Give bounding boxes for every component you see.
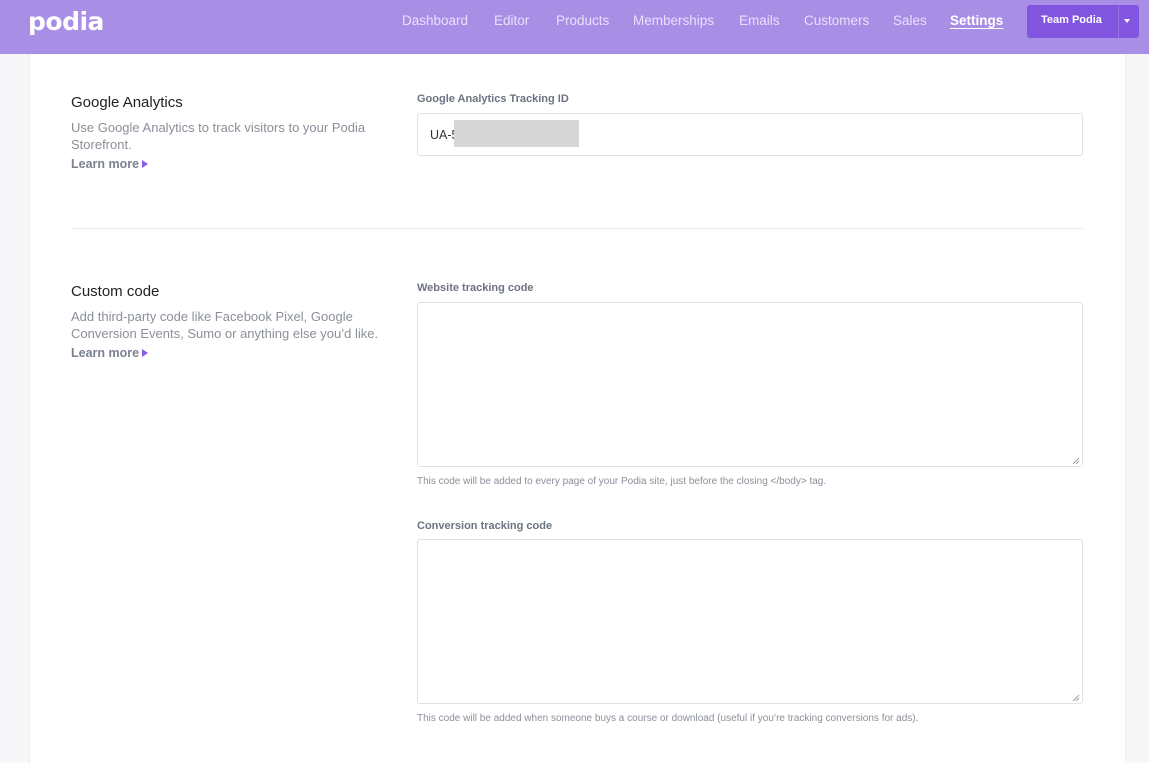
section-divider	[71, 228, 1083, 229]
nav-customers[interactable]: Customers	[804, 13, 869, 28]
team-switcher-button[interactable]: Team Podia	[1027, 5, 1139, 38]
nav-settings[interactable]: Settings	[950, 13, 1003, 28]
resize-grip-icon[interactable]	[1072, 457, 1080, 465]
nav-emails[interactable]: Emails	[739, 13, 780, 28]
nav-sales[interactable]: Sales	[893, 13, 927, 28]
nav-dashboard[interactable]: Dashboard	[402, 13, 468, 28]
top-navigation-bar: podia Dashboard Editor Products Membersh…	[0, 0, 1149, 54]
caret-down-icon[interactable]	[1124, 19, 1130, 23]
conversion-tracking-code-textarea[interactable]	[417, 539, 1083, 704]
custom-code-description: Add third-party code like Facebook Pixel…	[71, 309, 379, 341]
learn-more-label: Learn more	[71, 157, 140, 171]
google-analytics-title: Google Analytics	[71, 94, 183, 111]
website-tracking-code-help: This code will be added to every page of…	[417, 476, 827, 487]
nav-editor[interactable]: Editor	[494, 13, 529, 28]
learn-more-label: Learn more	[71, 346, 140, 360]
nav-memberships[interactable]: Memberships	[633, 13, 714, 28]
podia-logo[interactable]: podia	[28, 7, 104, 36]
google-analytics-learn-more-link[interactable]: Learn more	[71, 157, 149, 171]
conversion-tracking-code-help: This code will be added when someone buy…	[417, 713, 919, 724]
arrow-right-icon	[142, 349, 149, 357]
team-name-label: Team Podia	[1041, 14, 1102, 26]
website-tracking-code-textarea[interactable]	[417, 302, 1083, 467]
arrow-right-icon	[142, 160, 149, 168]
website-tracking-code-label: Website tracking code	[417, 282, 534, 294]
resize-grip-icon[interactable]	[1072, 694, 1080, 702]
button-divider	[1118, 5, 1119, 38]
custom-code-title: Custom code	[71, 283, 160, 300]
nav-products[interactable]: Products	[556, 13, 609, 28]
google-analytics-description: Use Google Analytics to track visitors t…	[71, 120, 366, 152]
tracking-id-label: Google Analytics Tracking ID	[417, 93, 569, 105]
conversion-tracking-code-label: Conversion tracking code	[417, 520, 553, 532]
redacted-overlay	[454, 120, 579, 147]
custom-code-learn-more-link[interactable]: Learn more	[71, 346, 149, 360]
